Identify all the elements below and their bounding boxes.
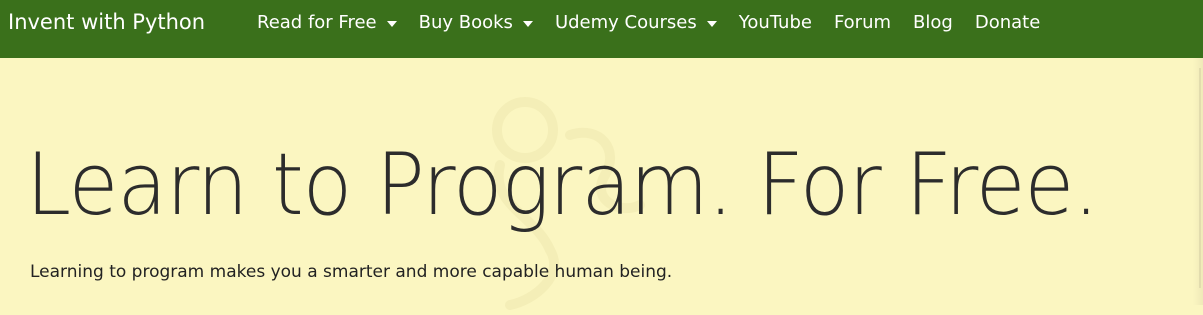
nav-item-youtube[interactable]: YouTube — [739, 12, 812, 33]
caret-down-icon — [706, 21, 717, 27]
nav-item-label: Donate — [974, 12, 1041, 33]
page-scrollbar[interactable] — [1193, 58, 1203, 305]
nav-item-udemy-courses[interactable]: Udemy Courses — [555, 12, 717, 33]
nav-item-label: Buy Books — [418, 12, 513, 33]
nav-item-label: YouTube — [738, 12, 812, 33]
caret-down-icon — [522, 21, 533, 27]
nav-item-label: Read for Free — [257, 12, 377, 33]
nav-menu: Read for Free Buy Books Udemy Courses Yo… — [257, 12, 1040, 33]
top-navbar: Invent with Python Read for Free Buy Boo… — [0, 0, 1203, 58]
nav-item-label: Blog — [913, 12, 953, 33]
nav-item-donate[interactable]: Donate — [975, 12, 1040, 33]
nav-item-buy-books[interactable]: Buy Books — [419, 12, 533, 33]
brand-link[interactable]: Invent with Python — [8, 10, 205, 34]
hero-title: Learn to Program. For Free. — [26, 135, 1099, 235]
nav-item-blog[interactable]: Blog — [913, 12, 953, 33]
caret-down-icon — [386, 21, 397, 27]
nav-item-read-for-free[interactable]: Read for Free — [257, 12, 397, 33]
hero-subtitle: Learning to program makes you a smarter … — [30, 262, 673, 282]
nav-item-label: Udemy Courses — [554, 12, 697, 33]
nav-item-forum[interactable]: Forum — [834, 12, 891, 33]
nav-item-label: Forum — [833, 12, 892, 33]
